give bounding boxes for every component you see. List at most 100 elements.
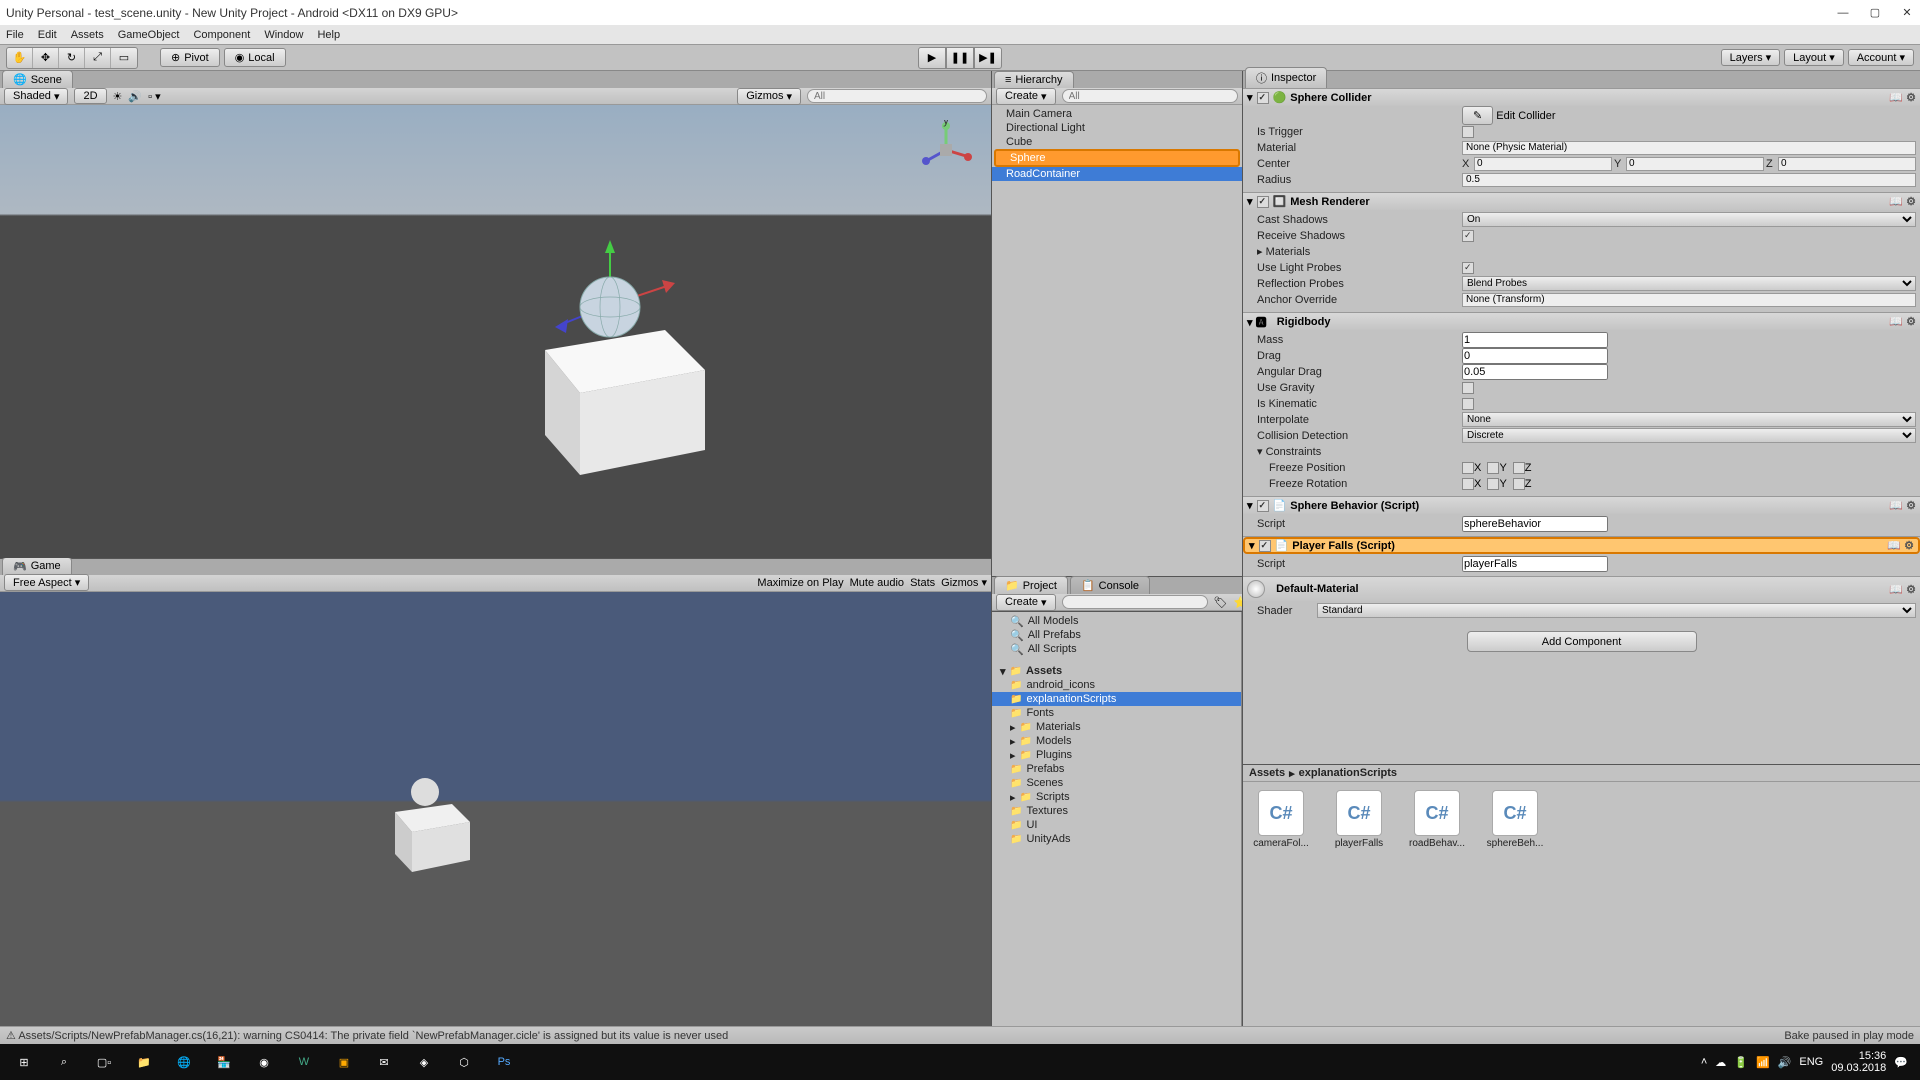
- taskview-icon[interactable]: ▢▫: [84, 1044, 124, 1080]
- tab-console[interactable]: 📋 Console: [1070, 576, 1150, 594]
- use-gravity-checkbox[interactable]: [1462, 382, 1474, 394]
- gear-icon[interactable]: 📖 ⚙: [1889, 583, 1916, 596]
- close-button[interactable]: ✕: [1900, 6, 1914, 20]
- tree-all-scripts[interactable]: 🔍 All Scripts: [992, 642, 1241, 656]
- project-search[interactable]: [1062, 595, 1208, 609]
- comp-default-material[interactable]: Default-Material📖 ⚙: [1243, 577, 1920, 601]
- tab-scene[interactable]: 🌐 Scene: [2, 70, 73, 88]
- pause-button[interactable]: ❚❚: [946, 47, 974, 69]
- game-view[interactable]: [0, 592, 991, 1045]
- chrome-icon[interactable]: ◉: [244, 1044, 284, 1080]
- tree-folder-prefabs[interactable]: Prefabs: [992, 762, 1241, 776]
- freeze-py[interactable]: [1487, 462, 1499, 474]
- mass-field[interactable]: [1462, 332, 1608, 348]
- freeze-rx[interactable]: [1462, 478, 1474, 490]
- explorer-icon[interactable]: 📁: [124, 1044, 164, 1080]
- local-toggle[interactable]: ◉Local: [224, 48, 286, 67]
- maximize-button[interactable]: ▢: [1868, 6, 1882, 20]
- layers-dropdown[interactable]: Layers▾: [1721, 49, 1781, 66]
- account-dropdown[interactable]: Account▾: [1848, 49, 1914, 66]
- inspector-body[interactable]: ▾ 🟢 Sphere Collider📖 ⚙ ✎ Edit Collider I…: [1243, 88, 1920, 764]
- radius-field[interactable]: [1462, 173, 1916, 187]
- hierarchy-create[interactable]: Create ▾: [996, 88, 1056, 105]
- is-trigger-checkbox[interactable]: [1462, 126, 1474, 138]
- tray-cloud-icon[interactable]: ☁: [1715, 1056, 1726, 1069]
- start-button[interactable]: ⊞: [4, 1044, 44, 1080]
- game-gizmos-dropdown[interactable]: Gizmos ▾: [941, 576, 987, 589]
- unity-icon[interactable]: ◈: [404, 1044, 444, 1080]
- gear-icon[interactable]: 📖 ⚙: [1889, 315, 1916, 328]
- move-tool[interactable]: ✥: [33, 48, 59, 68]
- interpolate-select[interactable]: None: [1462, 412, 1916, 427]
- comp-sphere-collider[interactable]: ▾ 🟢 Sphere Collider📖 ⚙: [1243, 89, 1920, 106]
- light-probes-checkbox[interactable]: [1462, 262, 1474, 274]
- scene-search[interactable]: [807, 89, 987, 103]
- hierarchy-item-roadcontainer[interactable]: RoadContainer: [992, 167, 1242, 181]
- tree-folder-textures[interactable]: Textures: [992, 804, 1241, 818]
- script-field[interactable]: [1462, 516, 1608, 532]
- freeze-ry[interactable]: [1487, 478, 1499, 490]
- hierarchy-item-cube[interactable]: Cube: [992, 135, 1242, 149]
- tab-hierarchy[interactable]: ≡ Hierarchy: [994, 71, 1074, 88]
- gear-icon[interactable]: 📖 ⚙: [1889, 195, 1916, 208]
- playerfalls-script-field[interactable]: [1462, 556, 1608, 572]
- word-icon[interactable]: W: [284, 1044, 324, 1080]
- tree-folder-models[interactable]: ▸ Models: [992, 734, 1241, 748]
- tree-folder-android-icons[interactable]: android_icons: [992, 678, 1241, 692]
- angular-drag-field[interactable]: [1462, 364, 1608, 380]
- tree-folder-scenes[interactable]: Scenes: [992, 776, 1241, 790]
- light-icon[interactable]: ☀: [113, 90, 123, 103]
- scene-view[interactable]: y: [0, 105, 991, 558]
- tree-folder-explanationscripts[interactable]: explanationScripts: [992, 692, 1241, 706]
- freeze-px[interactable]: [1462, 462, 1474, 474]
- project-tree[interactable]: 🔍 All Models 🔍 All Prefabs 🔍 All Scripts…: [992, 612, 1241, 1044]
- comp-mesh-renderer[interactable]: ▾ 🔲 Mesh Renderer📖 ⚙: [1243, 193, 1920, 210]
- minimize-button[interactable]: —: [1836, 6, 1850, 20]
- orientation-gizmo[interactable]: y: [916, 120, 976, 180]
- center-z[interactable]: [1778, 157, 1916, 171]
- hierarchy-item-camera[interactable]: Main Camera: [992, 107, 1242, 121]
- tab-project[interactable]: 📁 Project: [994, 576, 1068, 594]
- search-icon[interactable]: ⌕: [44, 1044, 84, 1080]
- gear-icon[interactable]: 📖 ⚙: [1887, 539, 1914, 552]
- pivot-toggle[interactable]: ⊕Pivot: [160, 48, 220, 67]
- anchor-override-field[interactable]: [1462, 293, 1916, 307]
- hierarchy-list[interactable]: Main Camera Directional Light Cube Spher…: [992, 105, 1242, 576]
- tray-lang[interactable]: ENG: [1799, 1056, 1823, 1068]
- mail-icon[interactable]: ✉: [364, 1044, 404, 1080]
- tree-all-prefabs[interactable]: 🔍 All Prefabs: [992, 628, 1241, 642]
- tray-wifi-icon[interactable]: 📶: [1756, 1056, 1770, 1069]
- menu-window[interactable]: Window: [264, 29, 303, 41]
- shaded-dropdown[interactable]: Shaded ▾: [4, 88, 68, 105]
- asset-roadbehavior[interactable]: C#roadBehav...: [1407, 790, 1467, 849]
- tab-inspector[interactable]: ⓘ Inspector: [1245, 67, 1327, 88]
- rotate-tool[interactable]: ↻: [59, 48, 85, 68]
- comp-sphere-behavior[interactable]: ▾ 📄 Sphere Behavior (Script)📖 ⚙: [1243, 497, 1920, 514]
- comp-player-falls[interactable]: ▾ 📄 Player Falls (Script)📖 ⚙: [1243, 537, 1920, 554]
- menu-edit[interactable]: Edit: [38, 29, 57, 41]
- is-kinematic-checkbox[interactable]: [1462, 398, 1474, 410]
- hierarchy-item-light[interactable]: Directional Light: [992, 121, 1242, 135]
- tray-clock[interactable]: 15:36 09.03.2018: [1831, 1050, 1886, 1074]
- freeze-rz[interactable]: [1513, 478, 1525, 490]
- tree-folder-plugins[interactable]: ▸ Plugins: [992, 748, 1241, 762]
- tree-folder-unityads[interactable]: UnityAds: [992, 832, 1241, 846]
- cast-shadows-select[interactable]: On: [1462, 212, 1916, 227]
- stats-toggle[interactable]: Stats: [910, 577, 935, 589]
- step-button[interactable]: ▶❚: [974, 47, 1002, 69]
- freeze-pz[interactable]: [1513, 462, 1525, 474]
- hand-tool[interactable]: ✋: [7, 48, 33, 68]
- center-x[interactable]: [1474, 157, 1612, 171]
- gear-icon[interactable]: 📖 ⚙: [1889, 91, 1916, 104]
- tray-up-icon[interactable]: ˄: [1701, 1056, 1707, 1068]
- tree-folder-scripts[interactable]: ▸ Scripts: [992, 790, 1241, 804]
- edit-collider-button[interactable]: ✎: [1462, 106, 1493, 125]
- tree-assets[interactable]: ▾ Assets: [992, 664, 1241, 678]
- menu-help[interactable]: Help: [317, 29, 340, 41]
- tree-folder-fonts[interactable]: Fonts: [992, 706, 1241, 720]
- 2d-toggle[interactable]: 2D: [74, 88, 106, 104]
- asset-breadcrumb[interactable]: Assets ▸ explanationScripts: [1243, 765, 1920, 782]
- asset-grid[interactable]: C#cameraFol... C#playerFalls C#roadBehav…: [1243, 782, 1920, 1028]
- asset-camerafollow[interactable]: C#cameraFol...: [1251, 790, 1311, 849]
- mute-toggle[interactable]: Mute audio: [850, 577, 904, 589]
